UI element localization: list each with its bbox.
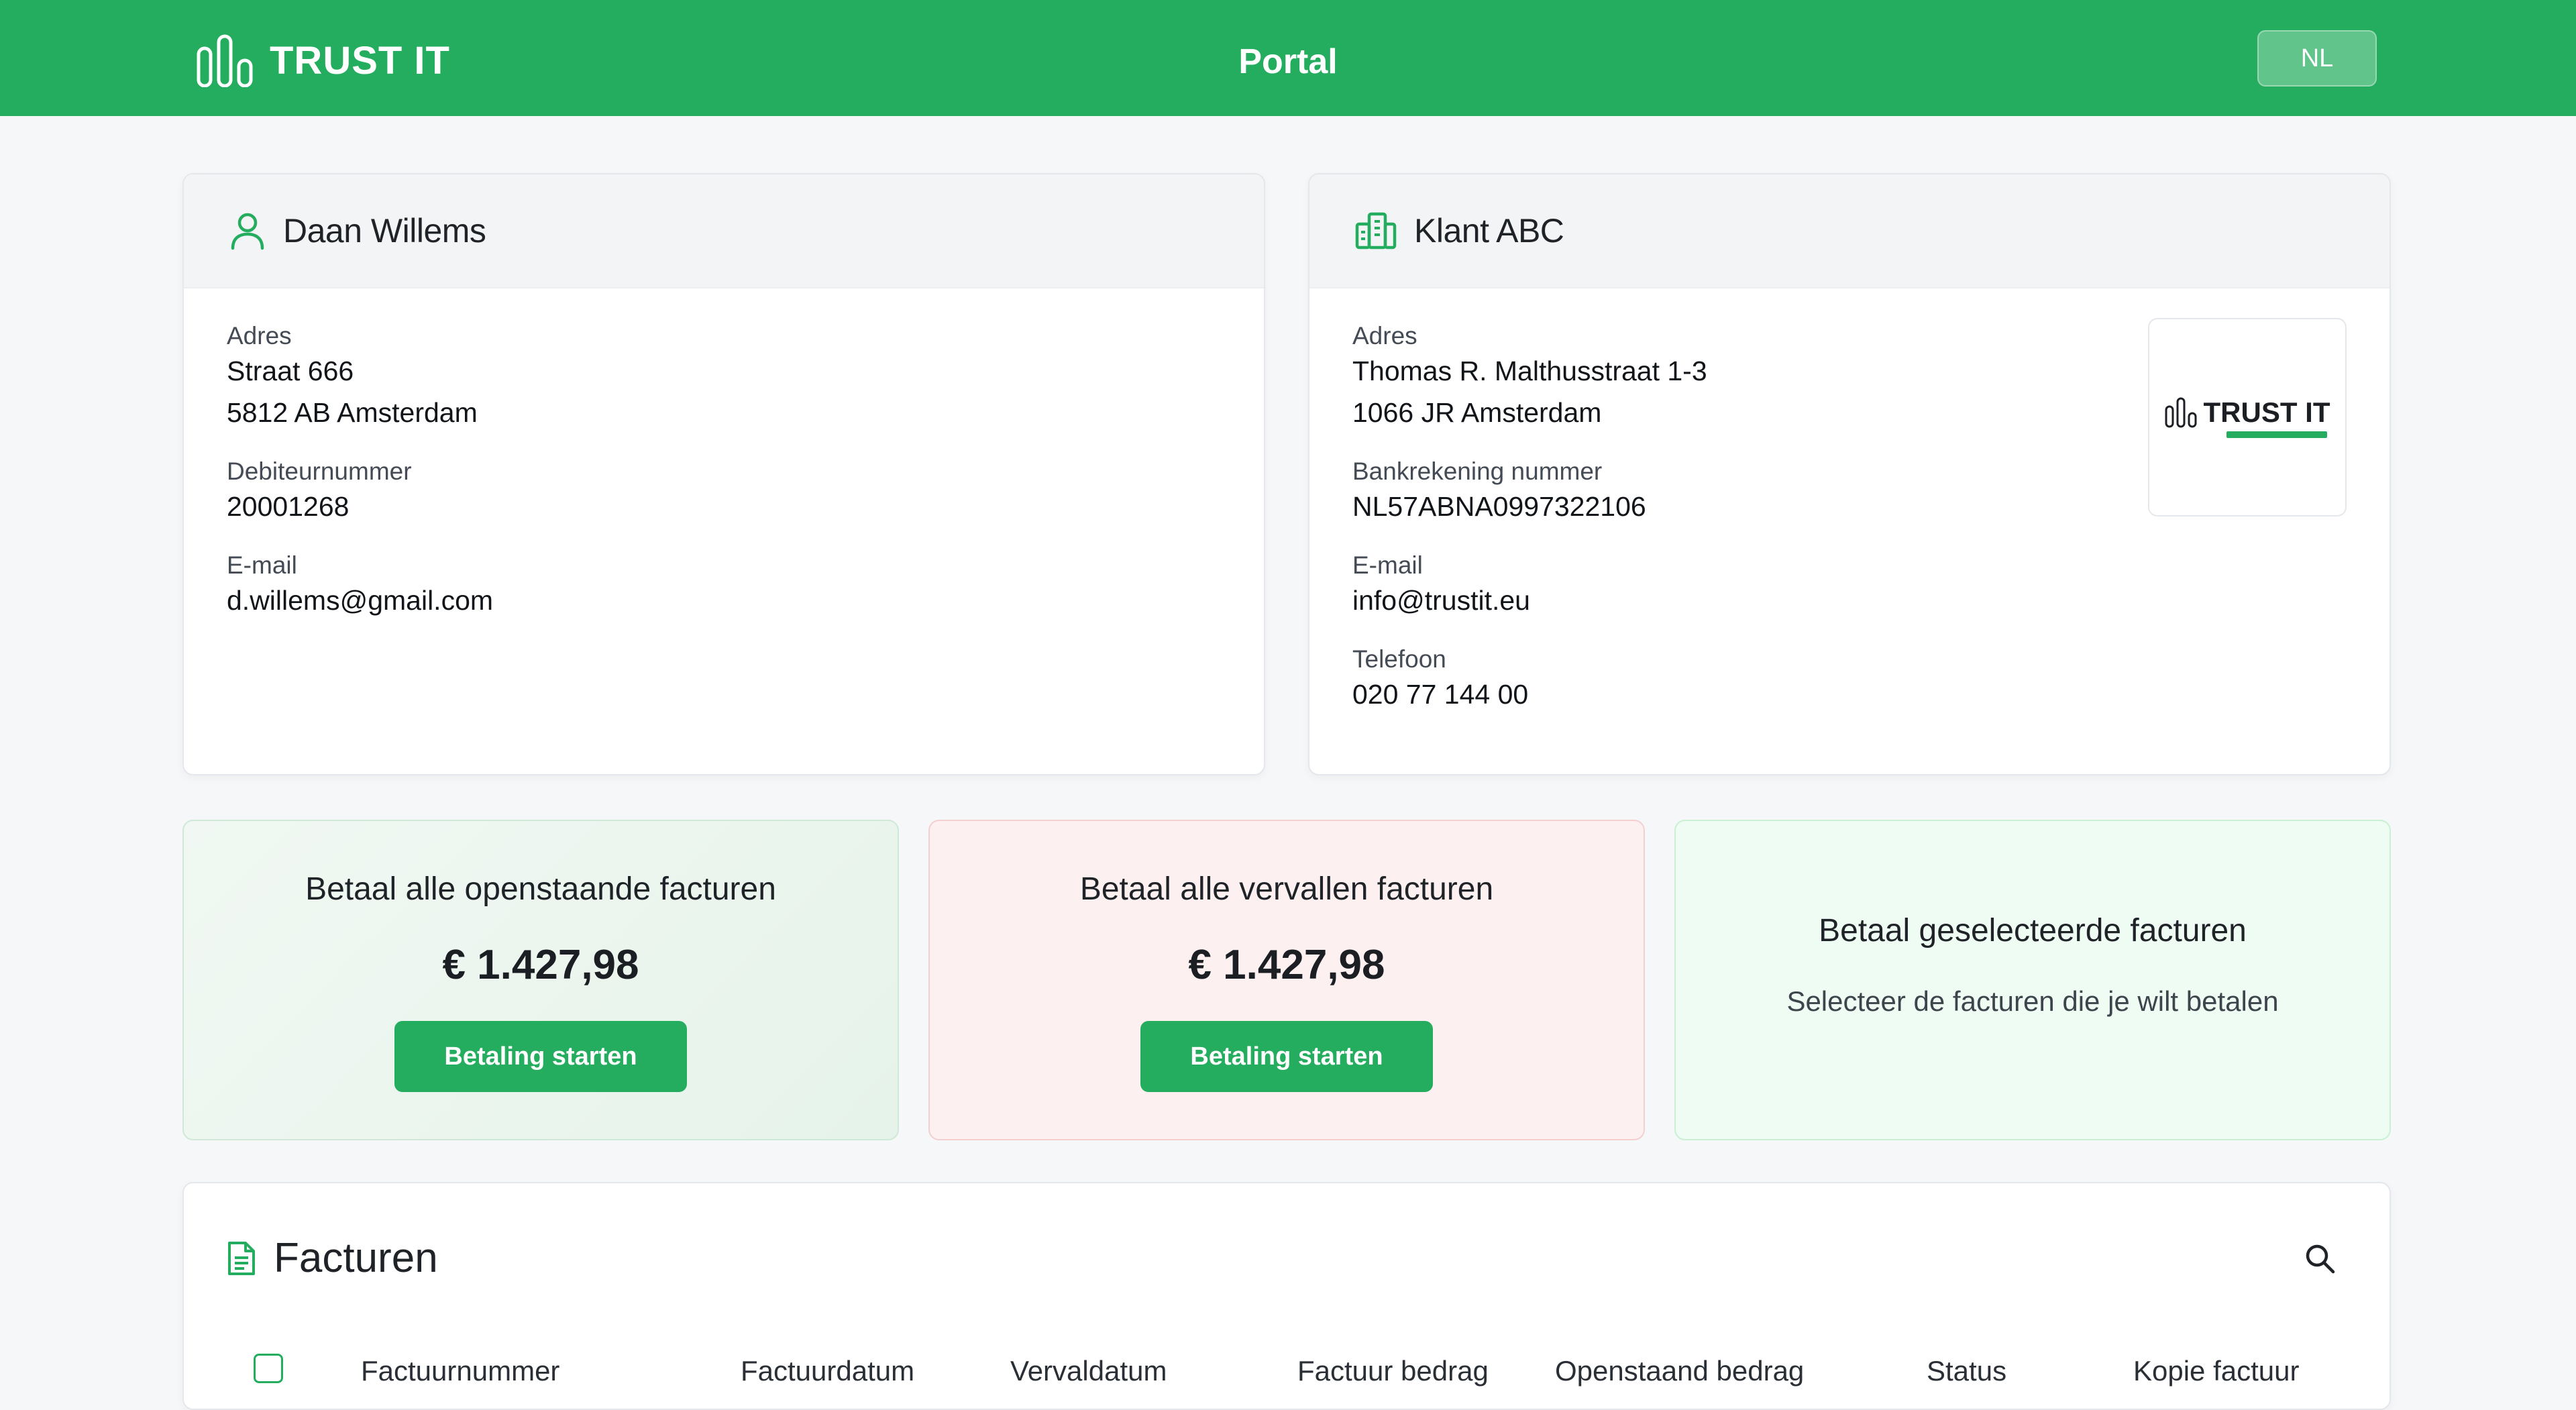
customer-debtor: Debiteurnummer 20001268 [227, 457, 1221, 527]
email-value[interactable]: d.willems@gmail.com [227, 580, 1221, 621]
phone-value[interactable]: 020 77 144 00 [1352, 673, 2347, 715]
debtor-label: Debiteurnummer [227, 457, 412, 485]
customer-email: E-mail d.willems@gmail.com [227, 551, 1221, 621]
customer-card-header: Daan Willems [184, 174, 1264, 288]
column-header-status[interactable]: Status [1927, 1355, 2006, 1387]
page-title: Portal [1238, 42, 1338, 81]
debtor-number: 20001268 [227, 491, 350, 522]
company-name: Klant ABC [1414, 212, 1564, 250]
pay-overdue-title: Betaal alle vervallen facturen [1079, 871, 1494, 907]
pay-overdue-amount: € 1.427,98 [1188, 942, 1385, 988]
user-icon [231, 213, 264, 250]
top-bar: TRUST IT Portal NL [0, 0, 2576, 116]
invoices-card: Facturen Factuurnummer Factuurdatum Verv… [182, 1182, 2391, 1410]
company-card: Klant ABC Adres Thomas R. Malthusstraat … [1308, 173, 2391, 775]
email-value[interactable]: info@trustit.eu [1352, 580, 2347, 621]
address-label: Adres [227, 322, 292, 349]
company-details: Adres Thomas R. Malthusstraat 1-3 1066 J… [1309, 288, 2390, 715]
column-header-invoice-date[interactable]: Factuurdatum [741, 1355, 914, 1387]
pay-selected-subtitle: Selecteer de facturen die je wilt betale… [1786, 985, 2279, 1017]
customer-name: Daan Willems [283, 212, 486, 250]
select-all-checkbox[interactable] [254, 1354, 283, 1383]
building-icon [1355, 212, 1397, 250]
company-logo: TRUST IT [2148, 318, 2347, 517]
pay-selected-title: Betaal geselecteerde facturen [1819, 913, 2247, 948]
address-line-2: 5812 AB Amsterdam [227, 397, 478, 428]
company-card-header: Klant ABC [1309, 174, 2390, 288]
customer-details: Adres Straat 666 5812 AB Amsterdam Debit… [184, 288, 1264, 621]
bars-logo-icon [2165, 397, 2196, 428]
customer-address: Adres Straat 666 5812 AB Amsterdam [227, 322, 1221, 433]
document-icon [228, 1241, 255, 1275]
customer-card: Daan Willems Adres Straat 666 5812 AB Am… [182, 173, 1265, 775]
column-header-invoice-number[interactable]: Factuurnummer [361, 1355, 559, 1387]
invoices-header: Facturen [227, 1234, 438, 1282]
logo-text: TRUST IT [2203, 396, 2330, 428]
pay-open-card: Betaal alle openstaande facturen € 1.427… [182, 820, 899, 1140]
address-line-1: Straat 666 [227, 356, 354, 386]
pay-open-title: Betaal alle openstaande facturen [305, 871, 776, 907]
start-payment-button[interactable]: Betaling starten [1140, 1021, 1433, 1092]
email-label: E-mail [227, 551, 297, 579]
phone-label: Telefoon [1352, 645, 1446, 673]
language-button[interactable]: NL [2257, 30, 2377, 87]
pay-overdue-card: Betaal alle vervallen facturen € 1.427,9… [928, 820, 1645, 1140]
logo-strip [2226, 431, 2327, 438]
start-payment-button[interactable]: Betaling starten [394, 1021, 687, 1092]
logo-mark: TRUST IT [2165, 396, 2330, 429]
email-label: E-mail [1352, 551, 1423, 579]
invoices-title: Facturen [274, 1235, 438, 1281]
column-header-invoice-copy[interactable]: Kopie factuur [2133, 1355, 2300, 1387]
company-email: E-mail info@trustit.eu [1352, 551, 2347, 621]
column-header-open-amount[interactable]: Openstaand bedrag [1555, 1355, 1804, 1387]
pay-open-amount: € 1.427,98 [442, 942, 639, 988]
search-icon[interactable] [2304, 1242, 2336, 1275]
pay-selected-card: Betaal geselecteerde facturen Selecteer … [1674, 820, 2391, 1140]
company-phone: Telefoon 020 77 144 00 [1352, 645, 2347, 715]
column-header-due-date[interactable]: Vervaldatum [1010, 1355, 1167, 1387]
column-header-invoice-amount[interactable]: Factuur bedrag [1297, 1355, 1489, 1387]
